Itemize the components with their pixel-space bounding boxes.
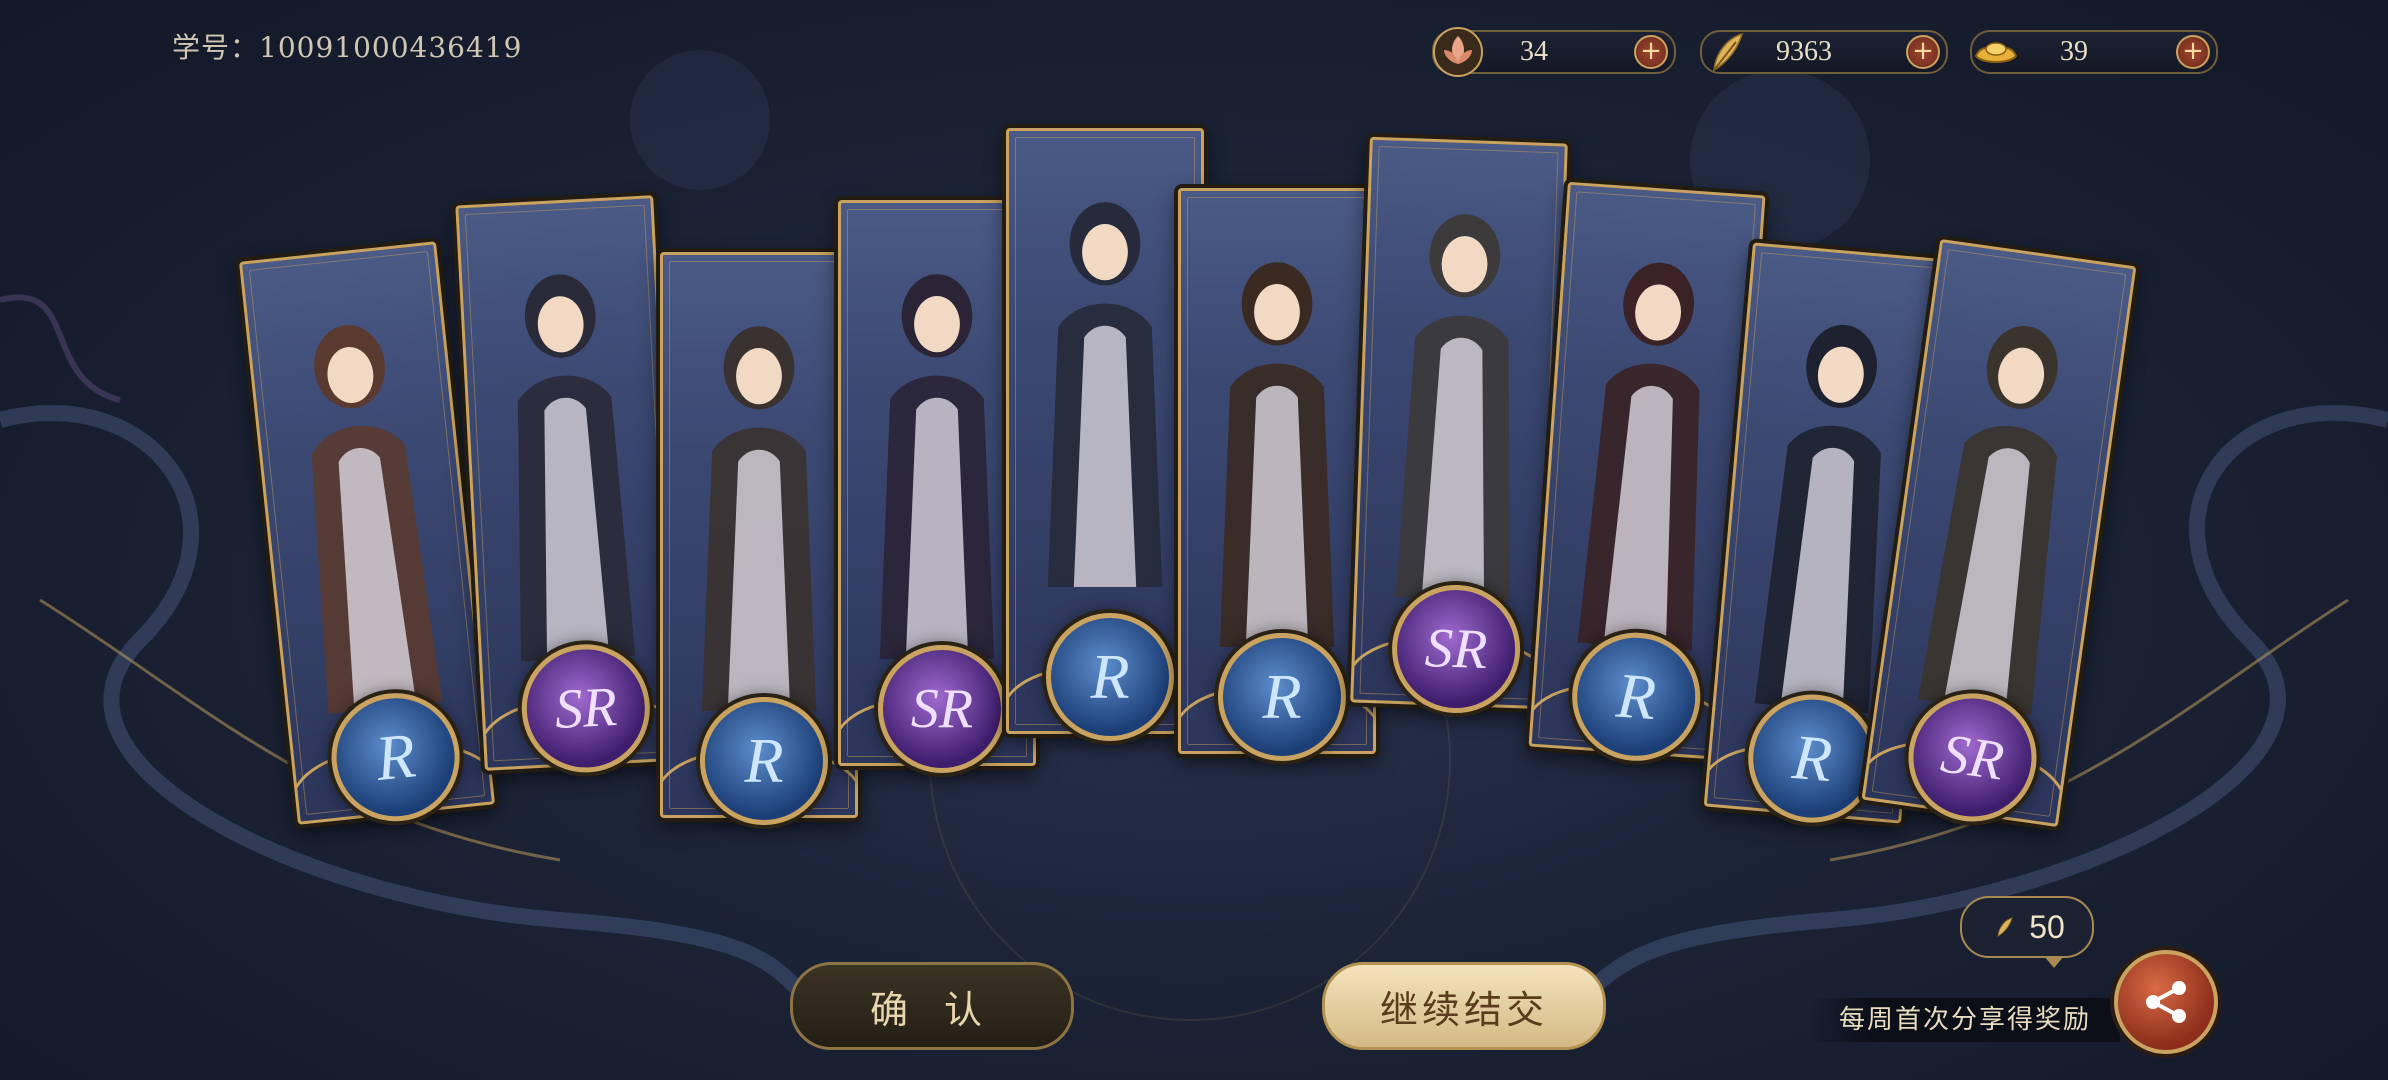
- share-reward-value: 50: [2029, 908, 2065, 945]
- character-card[interactable]: R: [996, 128, 1214, 741]
- share-reward-text: 每周首次分享得奖励: [1810, 998, 2120, 1042]
- character-portrait: [1219, 262, 1335, 647]
- add-feather-button[interactable]: +: [1906, 35, 1940, 69]
- share-button[interactable]: [2114, 950, 2218, 1054]
- character-card[interactable]: SR: [1342, 136, 1568, 716]
- add-lotus-button[interactable]: +: [1634, 35, 1668, 69]
- character-portrait: [1577, 262, 1700, 651]
- character-portrait: [1395, 214, 1511, 601]
- share-icon: [2146, 981, 2186, 1023]
- character-portrait: [517, 274, 636, 662]
- lotus-icon: [1433, 27, 1483, 77]
- character-portrait: [879, 274, 995, 659]
- resource-ingot: 39 +: [1970, 30, 2218, 74]
- character-portrait: [1917, 325, 2058, 716]
- feather-icon: [1997, 917, 2013, 937]
- feather-icon: [1713, 32, 1744, 72]
- add-ingot-button[interactable]: +: [2176, 35, 2210, 69]
- share-reward-badge: 50: [1960, 896, 2094, 968]
- character-card[interactable]: SR: [455, 195, 690, 776]
- confirm-button[interactable]: 确 认: [790, 962, 1074, 1050]
- character-card[interactable]: R: [1168, 188, 1386, 761]
- character-card[interactable]: R: [650, 252, 868, 825]
- gold-ingot-icon: [1974, 42, 2018, 63]
- rarity-badge: R: [700, 697, 828, 825]
- resource-lotus: 34 +: [1432, 27, 1676, 77]
- rarity-badge: R: [1046, 613, 1174, 741]
- student-id: 学号：10091000436419: [172, 31, 523, 64]
- rarity-badge: SR: [878, 645, 1006, 773]
- character-portrait: [701, 326, 817, 711]
- character-card[interactable]: R: [238, 241, 500, 828]
- rarity-badge: R: [1218, 633, 1346, 761]
- character-portrait: [1047, 202, 1163, 587]
- continue-befriend-button[interactable]: 继续结交: [1322, 962, 1606, 1050]
- resource-feather: 9363 +: [1700, 30, 1948, 74]
